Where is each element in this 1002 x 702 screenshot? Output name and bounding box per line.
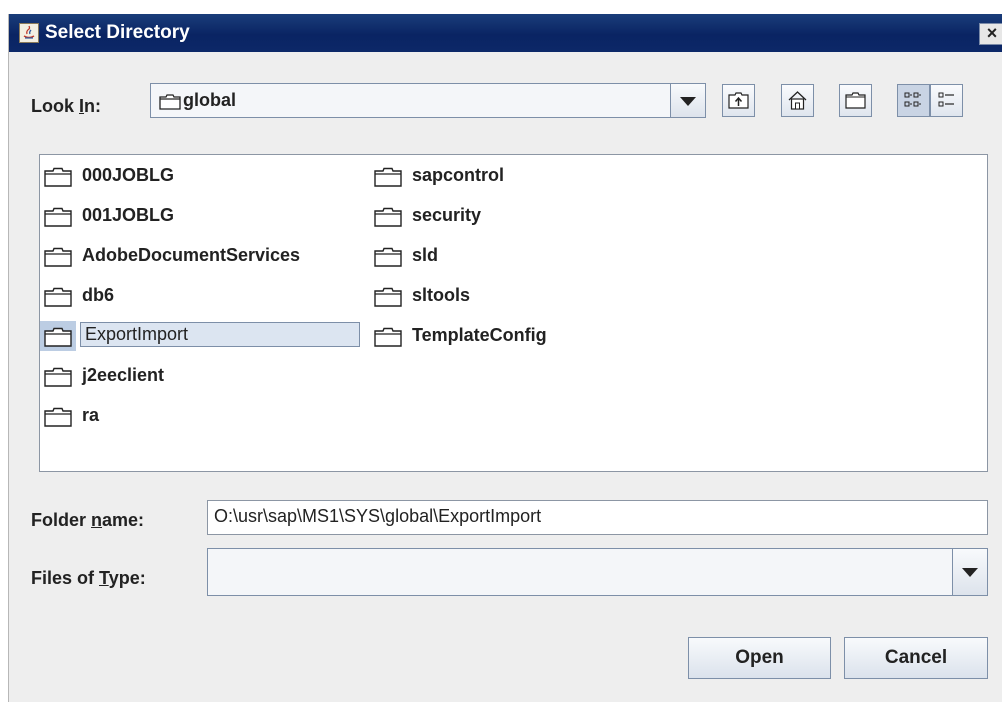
close-icon: ×	[986, 23, 998, 43]
window-title: Select Directory	[45, 22, 190, 43]
folder-name-label: Folder name:	[31, 510, 145, 530]
title-bar[interactable]: Select Directory ×	[9, 14, 1002, 52]
list-item[interactable]: ExportImport	[40, 321, 365, 351]
list-item-label: db6	[82, 285, 115, 305]
look-in-dropdown-arrow[interactable]	[670, 84, 705, 117]
files-of-type-dropdown-arrow[interactable]	[952, 549, 987, 595]
list-item-label: TemplateConfig	[412, 325, 547, 345]
list-item[interactable]: db6	[40, 281, 365, 311]
list-item-label: sltools	[412, 285, 471, 305]
list-item[interactable]: 001JOBLG	[40, 201, 365, 231]
list-item[interactable]: TemplateConfig	[370, 321, 695, 351]
files-of-type-combo[interactable]	[207, 548, 988, 596]
list-item[interactable]: j2eeclient	[40, 361, 365, 391]
list-item[interactable]: ra	[40, 401, 365, 431]
files-of-type-label: Files of Type:	[31, 568, 146, 588]
chevron-down-icon	[680, 96, 696, 106]
list-item-label: AdobeDocumentServices	[82, 245, 301, 265]
folder-name-field[interactable]: O:\usr\sap\MS1\SYS\global\ExportImport	[207, 500, 988, 535]
list-item-label: sapcontrol	[412, 165, 505, 185]
list-item-label: ExportImport	[80, 322, 360, 347]
list-item[interactable]: AdobeDocumentServices	[40, 241, 365, 271]
open-button[interactable]: Open	[688, 637, 831, 679]
list-item-label: sld	[412, 245, 439, 265]
select-directory-dialog: Select Directory × Look In: global 000JO…	[8, 14, 1002, 702]
java-app-icon	[19, 23, 39, 43]
new-folder-button[interactable]	[839, 84, 872, 117]
details-view-icon	[938, 92, 954, 107]
list-item[interactable]: sld	[370, 241, 695, 271]
home-button[interactable]	[781, 84, 814, 117]
file-list[interactable]: 000JOBLG 001JOBLG AdobeDocumentServices db6…	[39, 154, 988, 472]
chevron-down-icon	[962, 568, 978, 577]
list-item[interactable]: sltools	[370, 281, 695, 311]
look-in-label: Look In:	[31, 96, 102, 116]
up-one-level-button[interactable]	[722, 84, 755, 117]
details-view-button[interactable]	[930, 84, 963, 117]
up-one-level-icon	[728, 92, 749, 109]
folder-icon	[159, 94, 181, 110]
home-icon	[788, 91, 807, 110]
list-item-label: ra	[82, 405, 100, 425]
list-item-label: 001JOBLG	[82, 205, 175, 225]
look-in-value: global	[183, 90, 236, 110]
list-item[interactable]: 000JOBLG	[40, 161, 365, 191]
list-item[interactable]: sapcontrol	[370, 161, 695, 191]
list-item[interactable]: security	[370, 201, 695, 231]
list-view-icon	[904, 92, 921, 107]
close-button[interactable]: ×	[979, 23, 1002, 45]
look-in-combo[interactable]: global	[150, 83, 706, 118]
list-view-button[interactable]	[897, 84, 930, 117]
list-item-label: 000JOBLG	[82, 165, 175, 185]
cancel-button[interactable]: Cancel	[844, 637, 988, 679]
list-item-label: j2eeclient	[82, 365, 165, 385]
new-folder-icon	[845, 92, 866, 109]
list-item-label: security	[412, 205, 482, 225]
